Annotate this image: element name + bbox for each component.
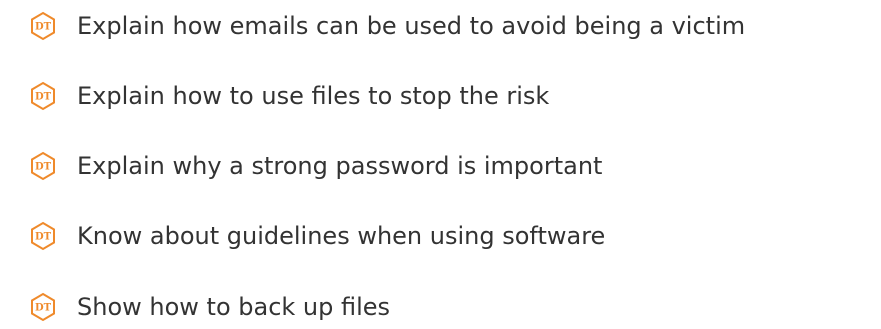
dt-badge-label: DT — [35, 91, 52, 102]
objective-text: Know about guidelines when using softwar… — [77, 222, 606, 250]
objective-item: DT Show how to back up files — [28, 290, 390, 324]
objective-text: Show how to back up files — [77, 293, 391, 321]
dt-hexagon-badge-icon: DT — [28, 81, 58, 111]
dt-badge-label: DT — [35, 161, 52, 172]
dt-hexagon-badge-icon: DT — [28, 292, 58, 322]
dt-badge-label: DT — [35, 21, 52, 32]
objective-item: DT Explain how emails can be used to avo… — [28, 9, 745, 43]
dt-badge-label: DT — [35, 302, 52, 313]
objective-item: DT Explain why a strong password is impo… — [28, 149, 602, 183]
dt-hexagon-badge-icon: DT — [28, 221, 58, 251]
dt-badge-label: DT — [35, 231, 52, 242]
objective-text: Explain why a strong password is importa… — [77, 152, 603, 180]
objective-text: Explain how emails can be used to avoid … — [77, 12, 746, 40]
objectives-list: DT Explain how emails can be used to avo… — [0, 0, 881, 329]
objective-item: DT Explain how to use files to stop the … — [28, 79, 549, 113]
dt-hexagon-badge-icon: DT — [28, 151, 58, 181]
dt-hexagon-badge-icon: DT — [28, 11, 58, 41]
objective-text: Explain how to use files to stop the ris… — [77, 82, 550, 110]
objective-item: DT Know about guidelines when using soft… — [28, 219, 605, 253]
